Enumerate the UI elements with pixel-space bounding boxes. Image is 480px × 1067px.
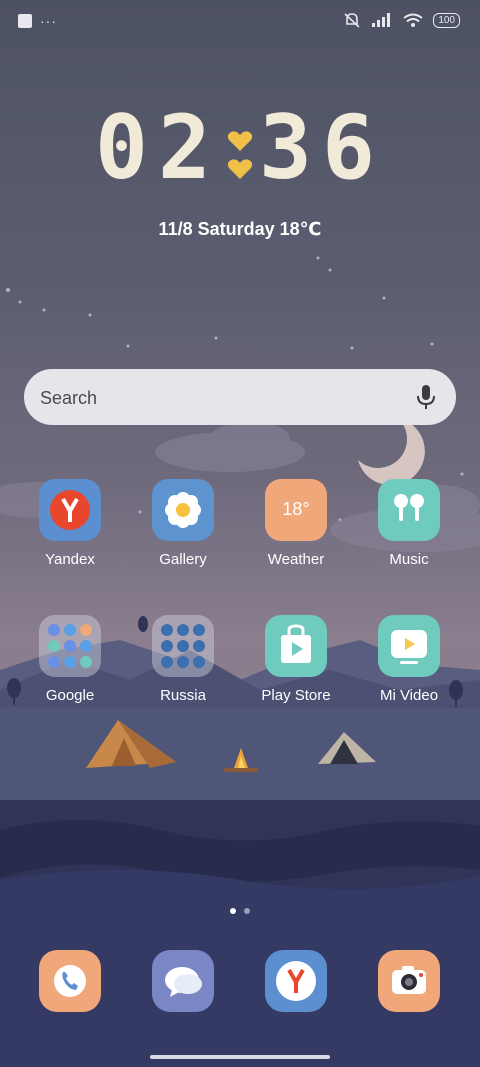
app-mi-video[interactable]: Mi Video	[354, 615, 464, 704]
heart-separator-icon	[225, 103, 255, 206]
clock-minutes: 36	[259, 96, 385, 199]
yandex-icon	[39, 479, 101, 541]
clock-widget[interactable]: 02 36	[0, 96, 480, 206]
page-dot	[244, 908, 250, 914]
wifi-icon	[403, 13, 423, 27]
page-indicator	[0, 908, 480, 914]
folder-russia[interactable]: Russia	[128, 615, 238, 704]
app-play-store[interactable]: Play Store	[241, 615, 351, 704]
dock-phone[interactable]	[15, 950, 125, 1012]
gallery-flower-icon	[152, 479, 214, 541]
dock-messages[interactable]	[128, 950, 238, 1012]
play-store-bag-icon	[265, 615, 327, 677]
app-label: Gallery	[159, 551, 207, 568]
app-label: Weather	[267, 551, 325, 568]
app-label: Play Store	[261, 687, 331, 704]
yandex-browser-icon	[265, 950, 327, 1012]
dock-camera[interactable]	[354, 950, 464, 1012]
folder-icon	[39, 615, 101, 677]
app-label: Music	[389, 551, 429, 568]
microphone-icon[interactable]	[414, 383, 438, 411]
app-music[interactable]: Music	[354, 479, 464, 568]
notification-icon	[18, 14, 32, 28]
app-weather[interactable]: 18° Weather	[241, 479, 351, 568]
tv-play-icon	[378, 615, 440, 677]
clock-hours: 02	[95, 96, 221, 199]
dock-yandex-browser[interactable]	[241, 950, 351, 1012]
date-weather-text[interactable]: 11/8 Saturday 18℃	[0, 219, 480, 240]
mute-icon	[344, 13, 360, 28]
folder-google[interactable]: Google	[15, 615, 125, 704]
camera-icon	[378, 950, 440, 1012]
app-label: Mi Video	[379, 687, 439, 704]
search-bar[interactable]	[24, 369, 456, 425]
battery-indicator: 100	[433, 12, 460, 28]
status-bar: ··· 100	[0, 0, 480, 42]
app-label: Yandex	[45, 551, 95, 568]
search-input[interactable]	[38, 381, 402, 415]
folder-icon	[152, 615, 214, 677]
more-notifications-indicator: ···	[40, 13, 57, 29]
weather-icon: 18°	[265, 479, 327, 541]
earbuds-icon	[378, 479, 440, 541]
app-yandex[interactable]: Yandex	[15, 479, 125, 568]
messages-icon	[152, 950, 214, 1012]
folder-label: Russia	[160, 687, 206, 704]
signal-icon	[372, 13, 391, 27]
weather-temp-badge: 18°	[282, 499, 310, 519]
page-dot-active	[230, 908, 236, 914]
folder-label: Google	[45, 687, 95, 704]
app-gallery[interactable]: Gallery	[128, 479, 238, 568]
gesture-navigation-bar[interactable]	[150, 1055, 330, 1059]
phone-icon	[39, 950, 101, 1012]
